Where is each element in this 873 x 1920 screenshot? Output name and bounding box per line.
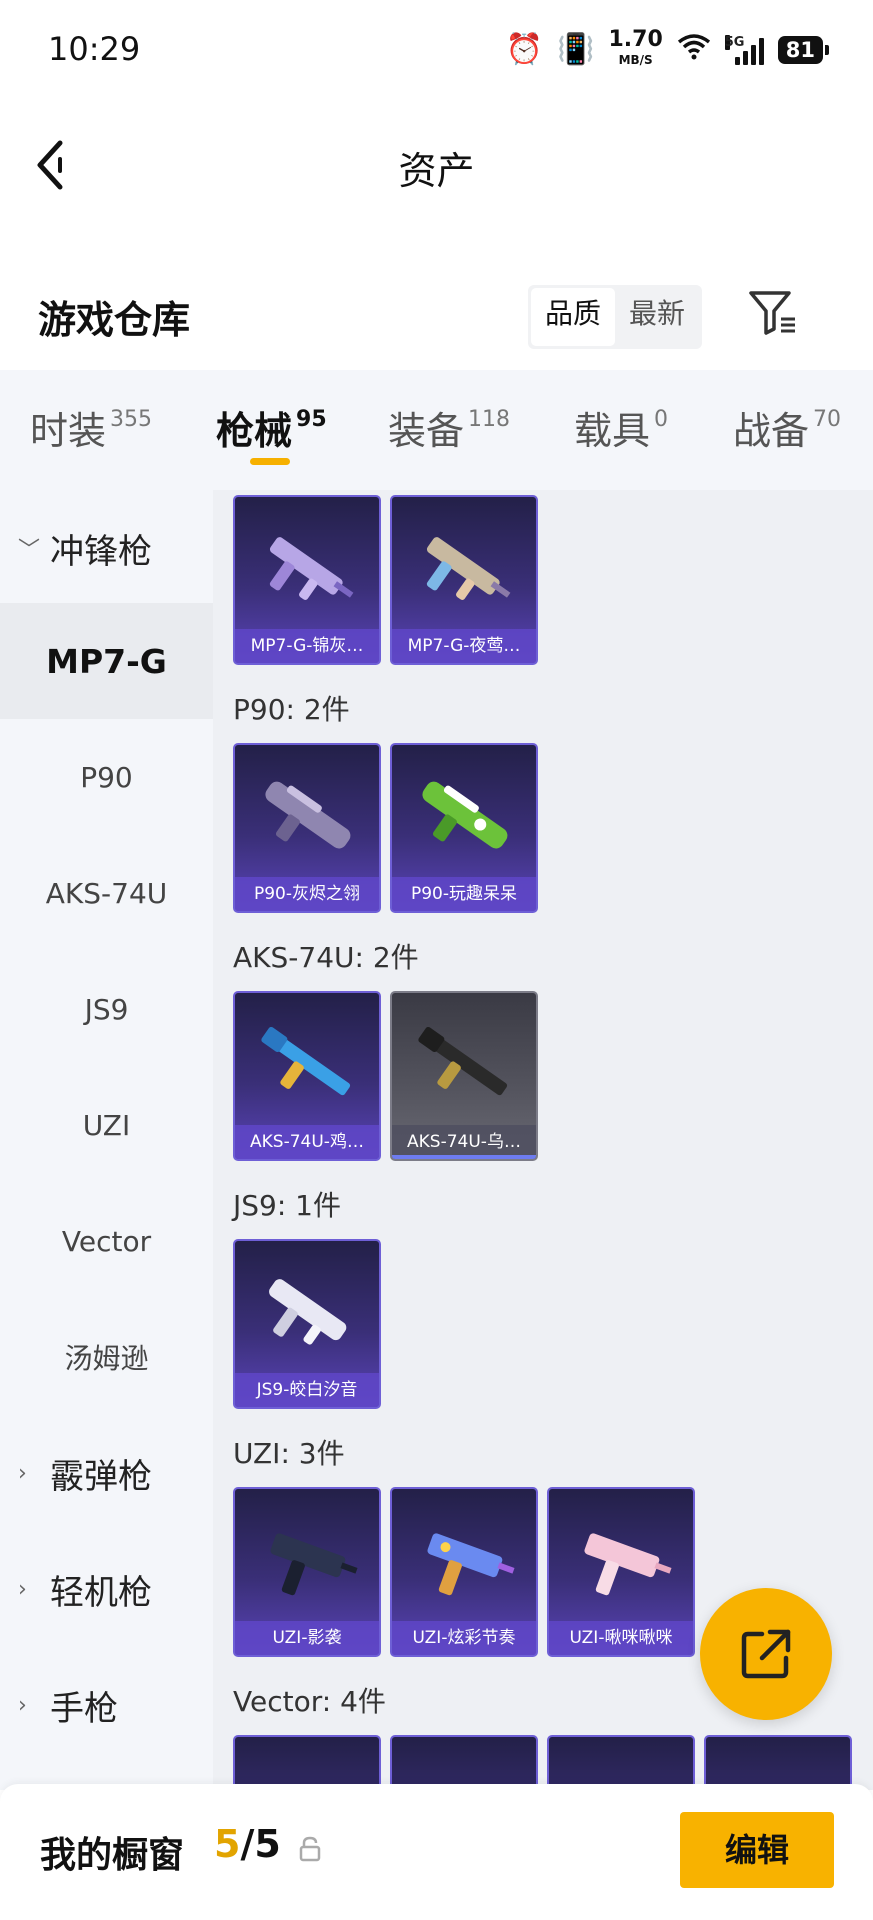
bottom-bar: 我的橱窗 5/5 编辑 [0, 1784, 873, 1920]
edit-button[interactable]: 编辑 [680, 1812, 834, 1888]
warehouse-header: 游戏仓库 品质 最新 [0, 275, 873, 365]
weapon-card[interactable]: P90-灰烬之翎 [233, 743, 381, 913]
battery-icon: 81 [777, 36, 830, 64]
tab-firearms[interactable]: 枪械 95 [216, 400, 327, 455]
tab-vehicles[interactable]: 载具 0 [574, 400, 668, 455]
sidebar-category-smg[interactable]: ﹀ 冲锋枪 [0, 490, 213, 606]
weapon-card[interactable] [233, 1735, 381, 1790]
rifle-icon [418, 1027, 508, 1096]
filter-button[interactable] [745, 285, 801, 341]
weapon-card[interactable]: UZI-影袭 [233, 1487, 381, 1657]
rifle-icon [422, 781, 508, 849]
rifle-icon [261, 1027, 351, 1096]
group-title-js9: JS9: 1件 [233, 1189, 341, 1222]
chevron-right-icon: › [18, 1692, 27, 1718]
lock-icon [299, 1836, 321, 1862]
alarm-icon: ⏰ [505, 32, 544, 67]
sidebar-category-shotgun[interactable]: › 霰弹枪 [0, 1415, 213, 1531]
showcase-count: 5/5 [214, 1822, 281, 1866]
weapon-card-label: UZI-啾咪啾咪 [549, 1621, 693, 1655]
tab-fashion[interactable]: 时装 355 [30, 400, 152, 455]
weapon-card-label: JS9-皎白汐音 [235, 1373, 379, 1407]
assets-page: { "status_bar": { "time": "10:29", "net_… [0, 0, 873, 1920]
sidebar-item-thompson[interactable]: 汤姆逊 [0, 1299, 213, 1415]
chevron-right-icon: › [18, 1576, 27, 1602]
sort-quality-button[interactable]: 品质 [531, 288, 616, 346]
group-title-uzi: UZI: 3件 [233, 1437, 345, 1470]
sidebar-item-uzi[interactable]: UZI [0, 1067, 213, 1183]
weapon-card-label: AKS-74U-乌… [392, 1125, 536, 1159]
sidebar-item-aks74u[interactable]: AKS-74U [0, 835, 213, 951]
weapon-card[interactable]: UZI-啾咪啾咪 [547, 1487, 695, 1657]
smg-icon [269, 1279, 347, 1345]
sidebar-category-pistol[interactable]: › 手枪 [0, 1647, 213, 1763]
smg-icon [427, 1533, 515, 1596]
weapon-card-label: UZI-炫彩节奏 [392, 1621, 536, 1655]
weapon-card[interactable] [547, 1735, 695, 1790]
nav-header: 资产 [0, 100, 873, 230]
smg-icon [584, 1533, 672, 1596]
cell-signal-icon: 5G [724, 35, 764, 65]
weapon-card[interactable]: P90-玩趣呆呆 [390, 743, 538, 913]
status-bar: 10:29 ⏰ 📳 1.70 MB/S 5G 81 [0, 0, 873, 100]
weapon-card[interactable]: AKS-74U-乌… [390, 991, 538, 1161]
vibrate-icon: 📳 [557, 32, 595, 67]
group-title-aks74u: AKS-74U: 2件 [233, 941, 419, 974]
weapon-card[interactable]: AKS-74U-鸡… [233, 991, 381, 1161]
net-speed: 1.70 MB/S [608, 27, 663, 68]
tab-equipment[interactable]: 装备 118 [388, 400, 510, 455]
sidebar: ﹀ 冲锋枪 MP7-G P90 AKS-74U JS9 UZI Vector 汤… [0, 490, 213, 1790]
weapon-card-label: MP7-G-锦灰… [235, 629, 379, 663]
weapon-card[interactable]: UZI-炫彩节奏 [390, 1487, 538, 1657]
weapon-card-label: AKS-74U-鸡… [235, 1125, 379, 1159]
sidebar-item-p90[interactable]: P90 [0, 719, 213, 835]
warehouse-heading: 游戏仓库 [38, 298, 191, 342]
sidebar-item-js9[interactable]: JS9 [0, 951, 213, 1067]
sort-toggle: 品质 最新 [528, 285, 703, 349]
group-title-p90: P90: 2件 [233, 693, 350, 726]
filter-icon [749, 291, 795, 335]
sidebar-category-lmg[interactable]: › 轻机枪 [0, 1531, 213, 1647]
weapon-card-label: P90-灰烬之翎 [235, 877, 379, 911]
weapon-card[interactable]: JS9-皎白汐音 [233, 1239, 381, 1409]
chevron-down-icon: ﹀ [18, 538, 41, 563]
smg-icon [269, 537, 354, 600]
weapon-card[interactable]: MP7-G-锦灰… [233, 495, 381, 665]
share-button[interactable] [700, 1588, 832, 1720]
sidebar-item-vector[interactable]: Vector [0, 1183, 213, 1299]
smg-icon [426, 537, 511, 600]
tab-combat-gear[interactable]: 战备 70 [733, 400, 841, 455]
sidebar-item-mp7g[interactable]: MP7-G [0, 603, 213, 719]
rifle-icon [265, 781, 351, 849]
share-icon [741, 1629, 791, 1679]
wifi-icon [677, 32, 711, 68]
chevron-right-icon: › [18, 1460, 27, 1486]
active-tab-indicator [250, 458, 290, 465]
weapon-card-label: P90-玩趣呆呆 [392, 877, 536, 911]
page-title: 资产 [398, 149, 475, 193]
status-time: 10:29 [48, 30, 141, 68]
weapon-card[interactable]: MP7-G-夜莺… [390, 495, 538, 665]
status-icons: ⏰ 📳 1.70 MB/S 5G 81 [505, 27, 830, 70]
smg-icon [270, 1533, 358, 1596]
category-tabs: 时装 355 枪械 95 装备 118 载具 0 战备 70 [0, 370, 873, 490]
group-title-vector: Vector: 4件 [233, 1685, 386, 1718]
sort-latest-button[interactable]: 最新 [615, 288, 699, 346]
weapon-card-label: MP7-G-夜莺… [392, 629, 536, 663]
showcase-label: 我的橱窗 [40, 1835, 185, 1876]
weapon-card-label: UZI-影袭 [235, 1621, 379, 1655]
weapon-card[interactable] [704, 1735, 852, 1790]
weapon-card[interactable] [390, 1735, 538, 1790]
